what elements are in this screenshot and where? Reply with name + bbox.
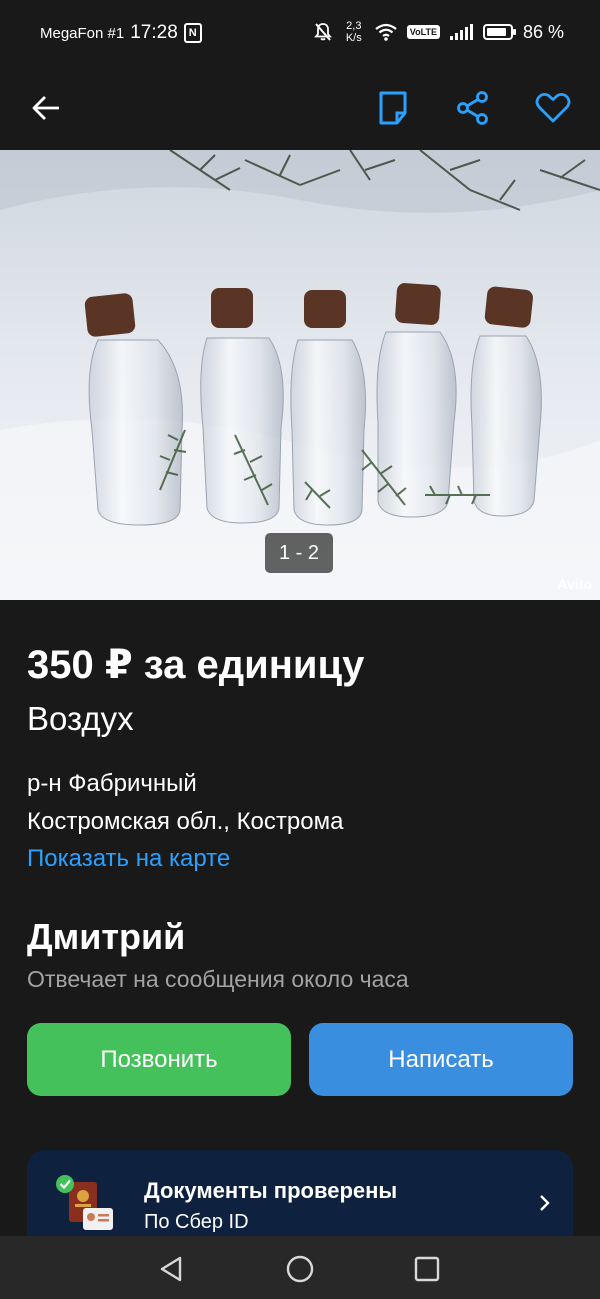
favorite-heart-icon xyxy=(535,92,571,123)
listing-address: Костромская обл., Кострома xyxy=(27,808,344,835)
listing-price: 350 ₽ за единицу xyxy=(27,643,365,687)
documents-verified-title: Документы проверены xyxy=(144,1178,398,1203)
speed-value: 2,3 xyxy=(346,20,362,32)
status-bar: MegaFon #1 17:28 N 2,3 K/s VoLTE 86 % xyxy=(0,0,600,66)
volte-badge: VoLTE xyxy=(406,25,440,39)
verified-documents-icon xyxy=(56,1175,113,1230)
battery-icon xyxy=(482,24,516,40)
bell-muted-icon xyxy=(313,23,332,41)
top-toolbar xyxy=(0,66,600,150)
seller-name[interactable]: Дмитрий xyxy=(27,916,185,958)
chevron-right-icon xyxy=(540,1195,550,1211)
avito-watermark: Avito xyxy=(557,576,592,592)
network-speed: 2,3 K/s xyxy=(343,20,365,44)
favorite-button[interactable] xyxy=(529,84,577,132)
recents-square-icon xyxy=(414,1256,440,1282)
nav-back-button[interactable] xyxy=(151,1249,191,1289)
clock: 17:28 xyxy=(130,22,178,43)
note-icon xyxy=(379,91,407,125)
seller-reply-time: Отвечает на сообщения около часа xyxy=(27,966,409,992)
documents-verified-subtitle: По Сбер ID xyxy=(144,1211,249,1233)
nfc-icon: N xyxy=(183,23,202,43)
back-arrow-icon xyxy=(32,96,59,120)
speed-unit: K/s xyxy=(345,32,362,44)
wifi-icon xyxy=(375,23,397,41)
system-navigation-bar xyxy=(0,1236,600,1299)
back-button[interactable] xyxy=(22,84,70,132)
home-circle-icon xyxy=(286,1255,314,1283)
share-button[interactable] xyxy=(449,84,497,132)
note-button[interactable] xyxy=(369,84,417,132)
nav-home-button[interactable] xyxy=(280,1249,320,1289)
carrier-name: MegaFon #1 xyxy=(40,24,125,42)
listing-title: Воздух xyxy=(27,700,134,737)
show-on-map-link[interactable]: Показать на карте xyxy=(27,845,230,873)
call-button-label: Позвонить xyxy=(100,1045,218,1073)
listing-district: р-н Фабричный xyxy=(27,770,197,797)
call-button[interactable]: Позвонить xyxy=(27,1023,291,1096)
status-left: MegaFon #1 17:28 N xyxy=(40,22,202,44)
write-button-label: Написать xyxy=(388,1045,494,1073)
share-icon xyxy=(457,91,488,125)
back-triangle-icon xyxy=(160,1256,182,1282)
photo-counter: 1 - 2 xyxy=(265,533,333,573)
nav-recents-button[interactable] xyxy=(407,1249,447,1289)
status-right: 2,3 K/s VoLTE 86 % xyxy=(313,20,564,44)
signal-icon xyxy=(449,24,473,40)
battery-percent: 86 % xyxy=(522,21,564,42)
write-button[interactable]: Написать xyxy=(309,1023,573,1096)
